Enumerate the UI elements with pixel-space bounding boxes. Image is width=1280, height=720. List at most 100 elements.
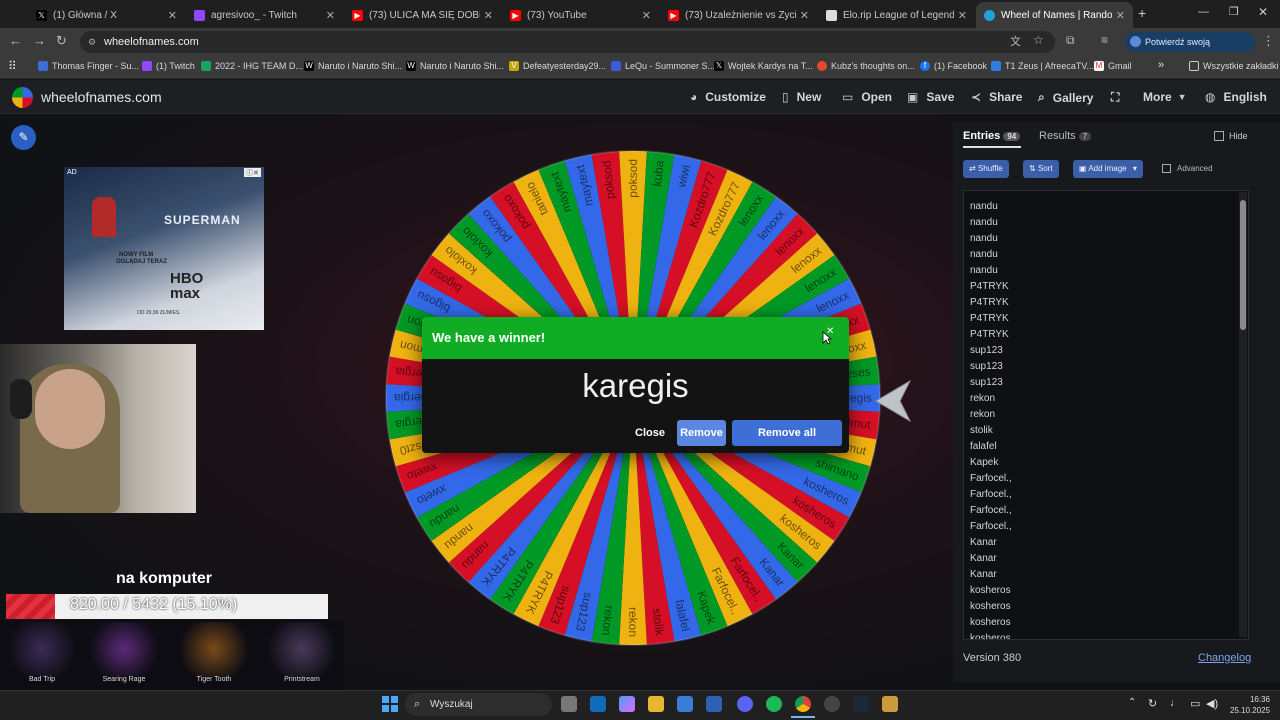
minimize-icon[interactable]: —: [1198, 6, 1209, 18]
language-dropdown[interactable]: ◍ English: [1205, 90, 1267, 104]
remove-all-button[interactable]: Remove all instances: [732, 420, 842, 446]
wheel-logo-icon[interactable]: [12, 87, 33, 108]
chrome-icon[interactable]: [795, 696, 811, 712]
tab-x[interactable]: 𝕏 (1) Główna / X ✕: [28, 2, 185, 28]
maximize-icon[interactable]: ❐: [1229, 5, 1239, 18]
back-icon[interactable]: ←: [9, 33, 22, 48]
share-button[interactable]: ≺ Share: [971, 90, 1022, 104]
address-bar[interactable]: ⚙ wheelofnames.com: [80, 31, 1055, 53]
bookmark-item[interactable]: V Defeatyesterday29...: [509, 61, 606, 71]
bookmark-item[interactable]: (1) Twitch: [142, 61, 195, 71]
more-bookmarks-icon[interactable]: »: [1158, 59, 1164, 71]
entry-line: kosheros: [970, 633, 1011, 640]
riot-client-icon[interactable]: [882, 696, 898, 712]
close-icon[interactable]: ✕: [484, 9, 493, 22]
sort-button[interactable]: ⇅ Sort: [1023, 160, 1059, 178]
entries-textarea[interactable]: nandu nandu nandu nandu nandu P4TRYK P4TRYK P4T…: [963, 190, 1249, 640]
apps-icon[interactable]: ⠿: [8, 59, 17, 73]
system-clock[interactable]: 16:36 25.10.2025: [1222, 694, 1270, 716]
bookmark-item[interactable]: f (1) Facebook: [920, 61, 987, 71]
tab-youtube-uzaleznienie[interactable]: ▶ (73) Uzależnienie vs Życie Now ✕: [660, 2, 817, 28]
site-logo-text[interactable]: wheelofnames.com: [41, 89, 162, 105]
translate-icon[interactable]: 文: [1010, 33, 1021, 49]
volume-icon[interactable]: ◀): [1206, 697, 1218, 710]
site-info-icon[interactable]: ⚙: [88, 31, 96, 53]
display-icon[interactable]: ▭: [1190, 697, 1200, 710]
window-close-icon[interactable]: ✕: [1258, 5, 1268, 19]
add-image-button[interactable]: ▣ Add image ▾: [1073, 160, 1143, 178]
bookmark-star-icon[interactable]: ☆: [1033, 33, 1044, 47]
ad-info-icon[interactable]: ⓘ✕: [244, 168, 261, 177]
steam-icon[interactable]: [853, 696, 869, 712]
folder-open-icon: ▭: [842, 90, 854, 104]
scrollbar-thumb[interactable]: [1240, 200, 1246, 330]
close-icon[interactable]: ✕: [958, 9, 967, 22]
reload-icon[interactable]: ↻: [56, 33, 67, 49]
tab-elorip[interactable]: Elo.rip League of Legends Cha ✕: [818, 2, 975, 28]
entry-line: Kanar: [970, 553, 997, 564]
bookmark-item[interactable]: W Naruto i Naruto Shi...: [406, 61, 504, 71]
task-view-icon[interactable]: [561, 696, 577, 712]
spotify-icon[interactable]: [766, 696, 782, 712]
tab-entries[interactable]: Entries 94: [963, 130, 1021, 142]
app-icon[interactable]: [706, 696, 722, 712]
clock-time: 16:36: [1249, 695, 1270, 704]
verify-identity-button[interactable]: Potwierdź swoją tożsamość: [1125, 32, 1255, 67]
save-button[interactable]: ▣ Save: [907, 90, 954, 104]
close-icon[interactable]: ✕: [326, 9, 335, 22]
new-button[interactable]: ▯ New: [782, 90, 821, 104]
mouse-cursor-icon: [822, 331, 832, 345]
bookmark-item[interactable]: T1 Zeus | AfreecaTV...: [991, 61, 1094, 71]
file-explorer-icon[interactable]: [648, 696, 664, 712]
sync-icon[interactable]: ↻: [1148, 697, 1157, 710]
customize-button[interactable]: ◕ Customize: [690, 90, 766, 104]
tab-wheel-of-names[interactable]: Wheel of Names | Random nam ✕: [976, 2, 1133, 28]
more-dropdown[interactable]: More ▼: [1143, 90, 1187, 104]
tab-youtube[interactable]: ▶ (73) YouTube ✕: [502, 2, 659, 28]
close-icon[interactable]: ✕: [800, 9, 809, 22]
tab-twitch[interactable]: agresivoo_ - Twitch ✕: [186, 2, 343, 28]
taskbar-search[interactable]: ⌕ Wyszukaj: [405, 693, 552, 716]
close-icon[interactable]: ✕: [642, 9, 651, 22]
open-button[interactable]: ▭ Open: [842, 90, 892, 104]
close-icon[interactable]: ✕: [1116, 9, 1125, 22]
bookmark-item[interactable]: M Gmail: [1094, 61, 1132, 71]
fullscreen-button[interactable]: ⛶: [1111, 90, 1127, 105]
advanced-checkbox[interactable]: Advanced: [1162, 164, 1213, 173]
reading-list-icon[interactable]: ≡: [1101, 33, 1108, 47]
edit-pencil-icon[interactable]: ✎: [11, 125, 36, 150]
gallery-button[interactable]: ⌕ Gallery: [1038, 90, 1093, 105]
outlook-icon[interactable]: [590, 696, 606, 712]
chevron-up-icon[interactable]: ⌃: [1128, 697, 1136, 708]
tab-results[interactable]: Results 7: [1039, 130, 1092, 142]
menu-label: Share: [989, 90, 1023, 104]
bookmark-item[interactable]: 2022 - IHG TEAM D...: [201, 61, 303, 71]
discord-icon[interactable]: [737, 696, 753, 712]
bookmark-item[interactable]: LeQu - Summoner S...: [611, 61, 715, 71]
browser-menu-icon[interactable]: ⋮: [1262, 33, 1275, 49]
hide-checkbox[interactable]: Hide: [1214, 131, 1248, 141]
extensions-icon[interactable]: ⧉: [1066, 33, 1075, 48]
bookmark-item[interactable]: W Naruto i Naruto Shi...: [304, 61, 402, 71]
close-button[interactable]: Close: [632, 420, 668, 446]
windows-start-icon[interactable]: [382, 696, 398, 712]
changelog-link[interactable]: Changelog: [1198, 652, 1251, 664]
youtube-icon: ▶: [668, 9, 679, 21]
menu-label: English: [1223, 90, 1267, 104]
bookmark-item[interactable]: Thomas Finger - Su...: [38, 61, 139, 71]
all-bookmarks[interactable]: Wszystkie zakładki: [1189, 61, 1279, 71]
bookmark-item[interactable]: Kubz's thoughts on...: [817, 61, 915, 71]
close-icon[interactable]: ✕: [168, 9, 177, 22]
copilot-icon[interactable]: [619, 696, 635, 712]
forward-icon[interactable]: →: [33, 33, 46, 48]
ad-banner[interactable]: AD ⓘ✕ SUPERMAN NOWY FILM OGLĄDAJ TERAZ H…: [64, 167, 264, 330]
microphone-icon[interactable]: ♩: [1170, 697, 1181, 709]
obs-icon[interactable]: [824, 696, 840, 712]
tab-youtube-ulica[interactable]: ▶ (73) ULICA MA SIĘ DOBRZE - Y ✕: [344, 2, 501, 28]
new-tab-icon[interactable]: +: [1138, 5, 1146, 21]
store-icon[interactable]: [677, 696, 693, 712]
wheel-slice-label: rekon: [626, 607, 640, 637]
shuffle-button[interactable]: ⇄ Shuffle: [963, 160, 1009, 178]
bookmark-item[interactable]: 𝕏 Wojtek Kardys na T...: [714, 61, 813, 71]
remove-button[interactable]: Remove: [677, 420, 726, 446]
